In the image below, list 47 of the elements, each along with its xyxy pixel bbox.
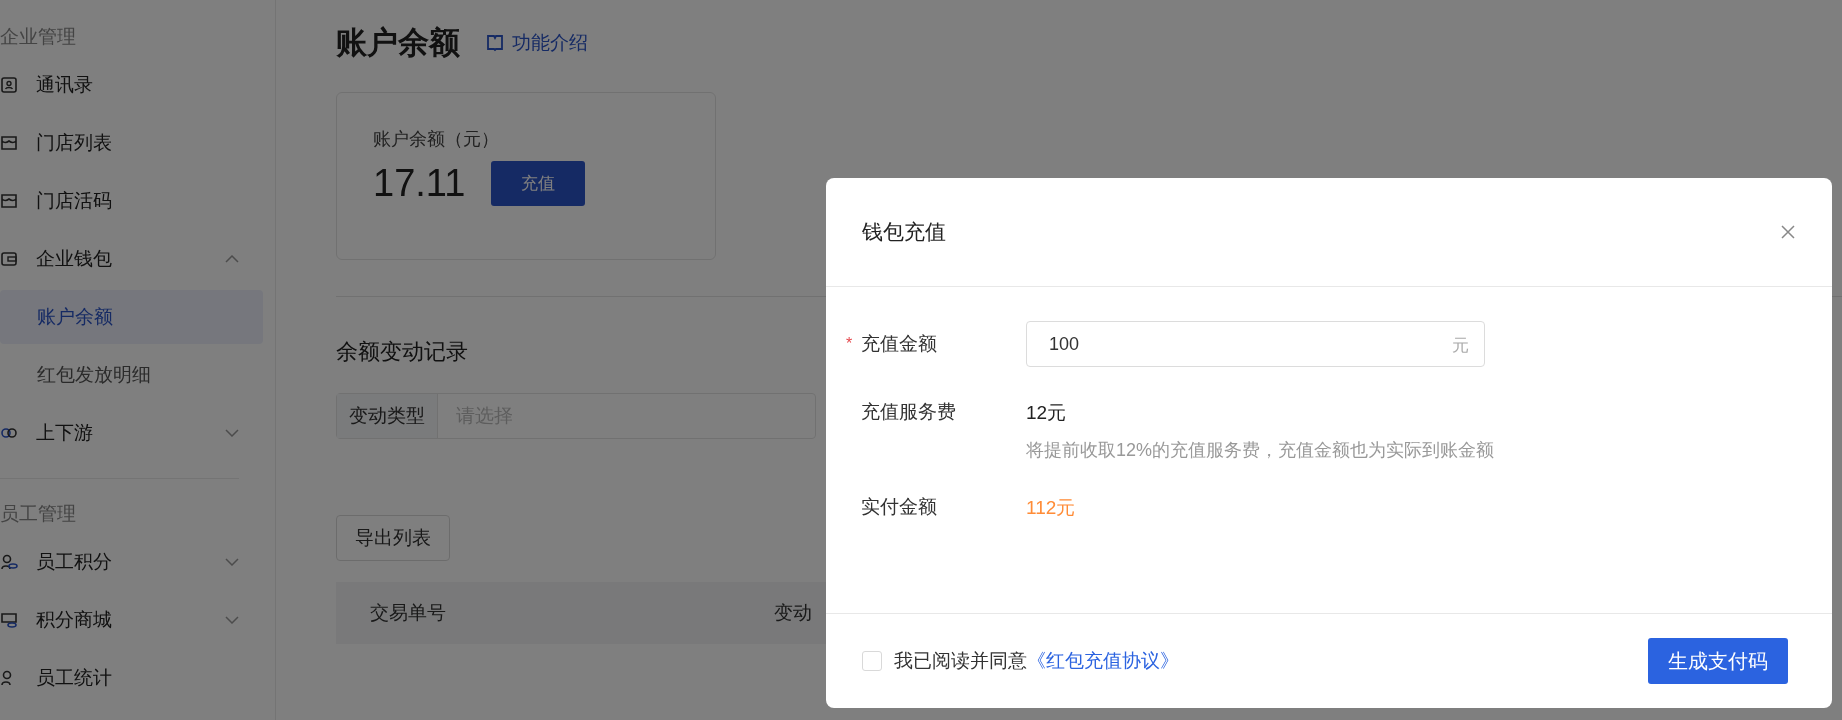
chevron-up-icon[interactable] xyxy=(225,255,239,263)
balance-amount: 17.11 xyxy=(373,162,466,205)
contact-card-icon xyxy=(0,76,18,94)
required-mark: * xyxy=(846,335,854,353)
generate-pay-code-button[interactable]: 生成支付码 xyxy=(1648,638,1788,684)
close-icon[interactable] xyxy=(1780,224,1796,240)
payable-amount: 112元 xyxy=(1026,496,1076,520)
section-heading: 余额变动记录 xyxy=(336,338,468,366)
shop-coins-icon xyxy=(0,611,18,629)
recharge-button[interactable]: 充值 xyxy=(491,161,586,206)
sidebar-item[interactable]: 员工积分 xyxy=(0,535,263,589)
filter-label: 变动类型 xyxy=(337,394,438,438)
section-title: 企业管理 xyxy=(0,25,76,49)
sidebar-item[interactable]: 企业钱包 xyxy=(0,232,263,286)
dialog-title: 钱包充值 xyxy=(862,219,946,245)
fee-hint: 将提前收取12%的充值服务费，充值金额也为实际到账金额 xyxy=(1026,439,1495,462)
column-header: 交易单号 xyxy=(369,601,447,625)
export-button[interactable]: 导出列表 xyxy=(336,515,450,561)
agree-checkbox[interactable] xyxy=(862,651,882,671)
sidebar-subitem[interactable]: 红包发放明细 xyxy=(0,348,263,402)
chevron-down-icon[interactable] xyxy=(225,616,239,624)
book-icon xyxy=(486,34,504,52)
field-label: 充值金额 xyxy=(861,332,937,356)
sidebar-item[interactable]: 门店活码 xyxy=(0,174,263,228)
store-icon xyxy=(0,192,18,210)
intro-link[interactable]: 功能介绍 xyxy=(486,30,588,56)
sidebar-subitem[interactable]: 账户余额 xyxy=(0,290,263,344)
field-label: 实付金额 xyxy=(861,495,937,519)
section-title: 员工管理 xyxy=(0,502,76,526)
sidebar-item[interactable]: 门店列表 xyxy=(0,116,263,170)
store-icon xyxy=(0,134,18,152)
person-coins-icon xyxy=(0,553,18,571)
field-label: 充值服务费 xyxy=(861,400,956,424)
fee-value: 12元 xyxy=(1026,401,1068,425)
column-header: 变动 xyxy=(773,601,813,625)
sidebar-item[interactable]: 通讯录 xyxy=(0,58,263,112)
chevron-down-icon[interactable] xyxy=(225,558,239,566)
agreement-link[interactable]: 《红包充值协议》 xyxy=(1027,648,1179,674)
wallet-icon xyxy=(0,250,18,268)
page-title: 账户余额 xyxy=(336,24,460,62)
sidebar-item[interactable]: 员工统计 xyxy=(0,651,263,705)
agreement-text: 我已阅读并同意 xyxy=(894,649,1027,673)
balance-label: 账户余额（元） xyxy=(373,128,500,151)
unit-suffix: 元 xyxy=(1452,335,1469,357)
chevron-down-icon[interactable] xyxy=(225,429,239,437)
sidebar-item[interactable]: 积分商城 xyxy=(0,593,263,647)
sidebar-item[interactable]: 上下游 xyxy=(0,406,263,460)
